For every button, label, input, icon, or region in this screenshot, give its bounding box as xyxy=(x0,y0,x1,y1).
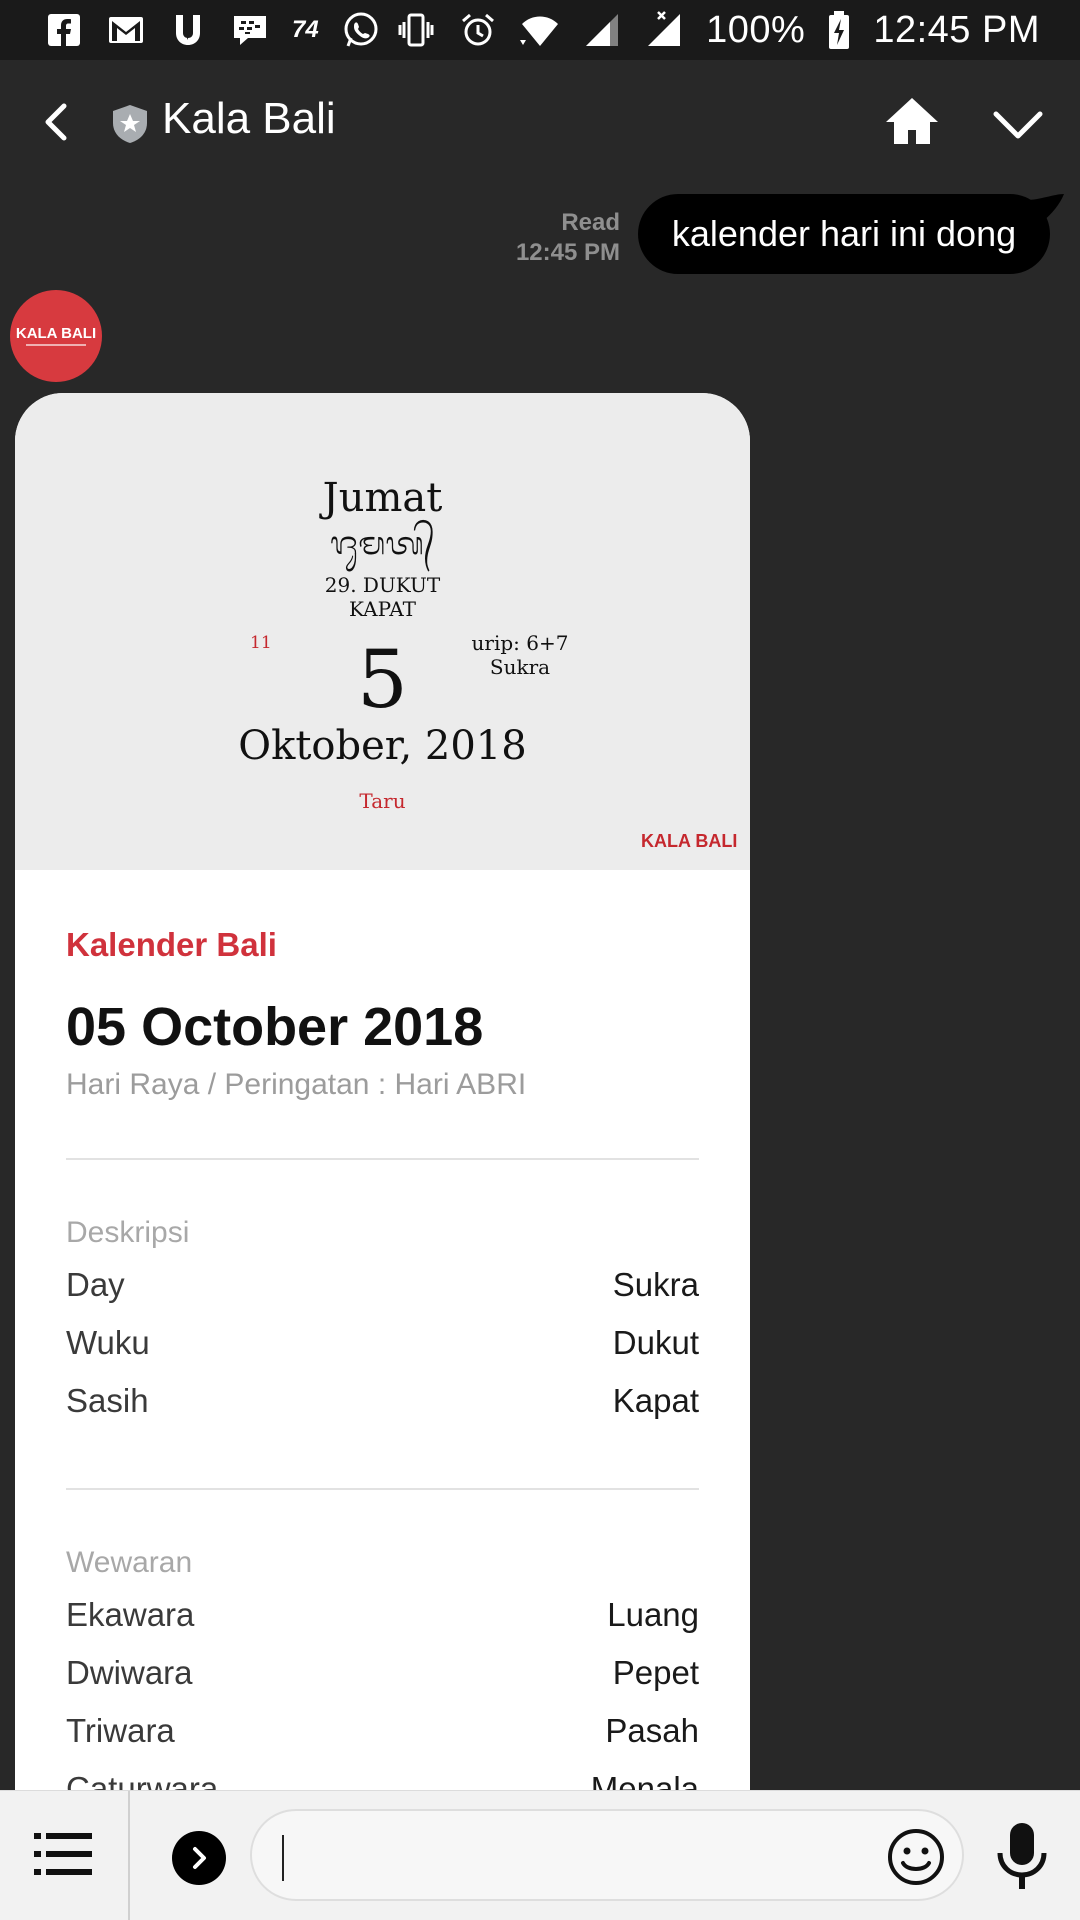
row-key: Dwiwara xyxy=(66,1654,193,1691)
image-month-year: Oktober, 2018 xyxy=(238,723,527,769)
card-body: Kalender Bali 05 October 2018 Hari Raya … xyxy=(15,926,750,1818)
read-status: Read xyxy=(561,209,620,236)
row-key: Ekawara xyxy=(66,1596,195,1633)
header-menu-button[interactable] xyxy=(988,94,1048,154)
back-arrow-icon xyxy=(45,103,67,141)
back-button[interactable] xyxy=(28,92,88,152)
section-title-deskripsi: Deskripsi xyxy=(66,1216,190,1249)
wifi-icon xyxy=(520,10,560,50)
microphone-button[interactable] xyxy=(994,1821,1050,1893)
detail-row: Ekawara Luang xyxy=(66,1586,699,1644)
chevron-down-icon xyxy=(993,111,1043,139)
row-value: Pepet xyxy=(612,1654,699,1691)
clock: 12:45 PM xyxy=(873,8,1040,51)
chat-header: Kala Bali xyxy=(0,60,1080,184)
no-signal-icon xyxy=(644,10,684,50)
image-big-date: 5 xyxy=(357,633,408,726)
row-value: Kapat xyxy=(612,1382,699,1419)
battery-charging-icon xyxy=(827,10,851,50)
expand-button[interactable] xyxy=(172,1831,226,1885)
battery-percent: 100% xyxy=(706,8,806,51)
row-value: Sukra xyxy=(612,1266,699,1303)
chevron-right-icon xyxy=(193,1847,206,1869)
chat-menu-button[interactable] xyxy=(34,1829,94,1879)
shield-star-icon xyxy=(113,105,147,143)
row-key: Wuku xyxy=(66,1324,150,1361)
whatsapp-icon xyxy=(341,10,381,50)
calendar-image[interactable]: Jumat ᬚᬸᬫᬢ᭄ 29. DUKUT KAPAT 11 urip: 6+7… xyxy=(15,393,750,870)
image-wuku-line1: 29. DUKUT xyxy=(324,573,441,597)
home-icon xyxy=(886,98,938,144)
text-caret xyxy=(282,1835,284,1881)
wewaran-rows: Ekawara Luang Dwiwara Pepet Triwara Pasa… xyxy=(66,1586,699,1818)
chat-title: Kala Bali xyxy=(162,94,336,143)
status-bar: 74 100% 12:45 PM xyxy=(0,0,1080,60)
list-menu-icon xyxy=(34,1833,92,1875)
card-holiday: Hari Raya / Peringatan : Hari ABRI xyxy=(66,1068,527,1101)
image-day: Jumat xyxy=(322,475,443,521)
vibrate-icon xyxy=(396,10,436,50)
detail-row: Wuku Dukut xyxy=(66,1314,699,1372)
image-logo: KALA BALI xyxy=(641,831,738,851)
notification-icons: 74 xyxy=(44,10,381,50)
system-icons: 100% 12:45 PM xyxy=(396,9,1040,52)
detail-row: Dwiwara Pepet xyxy=(66,1644,699,1702)
card-date: 05 October 2018 xyxy=(66,997,484,1057)
separator xyxy=(128,1791,130,1920)
outgoing-message-bubble[interactable]: kalender hari ini dong xyxy=(638,194,1050,274)
row-value: Pasah xyxy=(605,1712,699,1749)
row-key: Sasih xyxy=(66,1382,149,1419)
section-title-wewaran: Wewaran xyxy=(66,1546,193,1579)
row-value: Dukut xyxy=(612,1324,699,1361)
detail-row: Day Sukra xyxy=(66,1256,699,1314)
avatar[interactable]: KALA BALI xyxy=(10,290,102,382)
emoji-icon xyxy=(888,1829,944,1885)
notification-count: 74 xyxy=(292,16,319,43)
row-key: Day xyxy=(66,1266,125,1303)
message-input[interactable] xyxy=(250,1809,964,1901)
home-button[interactable] xyxy=(880,90,944,154)
bbm-icon xyxy=(230,10,270,50)
deskripsi-rows: Day Sukra Wuku Dukut Sasih Kapat xyxy=(66,1256,699,1430)
signal-icon xyxy=(582,10,622,50)
calendar-card[interactable]: Jumat ᬚᬸᬫᬢ᭄ 29. DUKUT KAPAT 11 urip: 6+7… xyxy=(15,393,750,1920)
message-time: 12:45 PM xyxy=(515,239,620,266)
detail-row: Triwara Pasah xyxy=(66,1702,699,1760)
row-key: Triwara xyxy=(66,1712,175,1749)
gmail-icon xyxy=(106,10,146,50)
row-value: Luang xyxy=(607,1596,699,1633)
app-root: 74 100% 12:45 PM Kala Bali Read 12:45 PM… xyxy=(0,0,1080,1920)
avatar-label: KALA BALI xyxy=(15,324,97,342)
message-meta: Read 12:45 PM xyxy=(516,208,620,268)
emoji-button[interactable] xyxy=(886,1827,946,1887)
avatar-underline xyxy=(26,343,86,346)
microphone-icon xyxy=(997,1823,1047,1889)
facebook-icon xyxy=(44,10,84,50)
divider xyxy=(66,1158,699,1160)
ubersuggest-icon xyxy=(168,10,208,50)
input-bar xyxy=(0,1790,1080,1920)
image-wuku: 29. DUKUT KAPAT xyxy=(15,573,750,621)
image-balinese-script: ᬚᬸᬫᬢ᭄ xyxy=(329,524,436,562)
card-label: Kalender Bali xyxy=(66,926,277,963)
alarm-icon xyxy=(458,10,498,50)
image-taru: Taru xyxy=(359,789,406,813)
detail-row: Sasih Kapat xyxy=(66,1372,699,1430)
divider xyxy=(66,1488,699,1490)
image-wuku-line2: KAPAT xyxy=(349,597,416,621)
